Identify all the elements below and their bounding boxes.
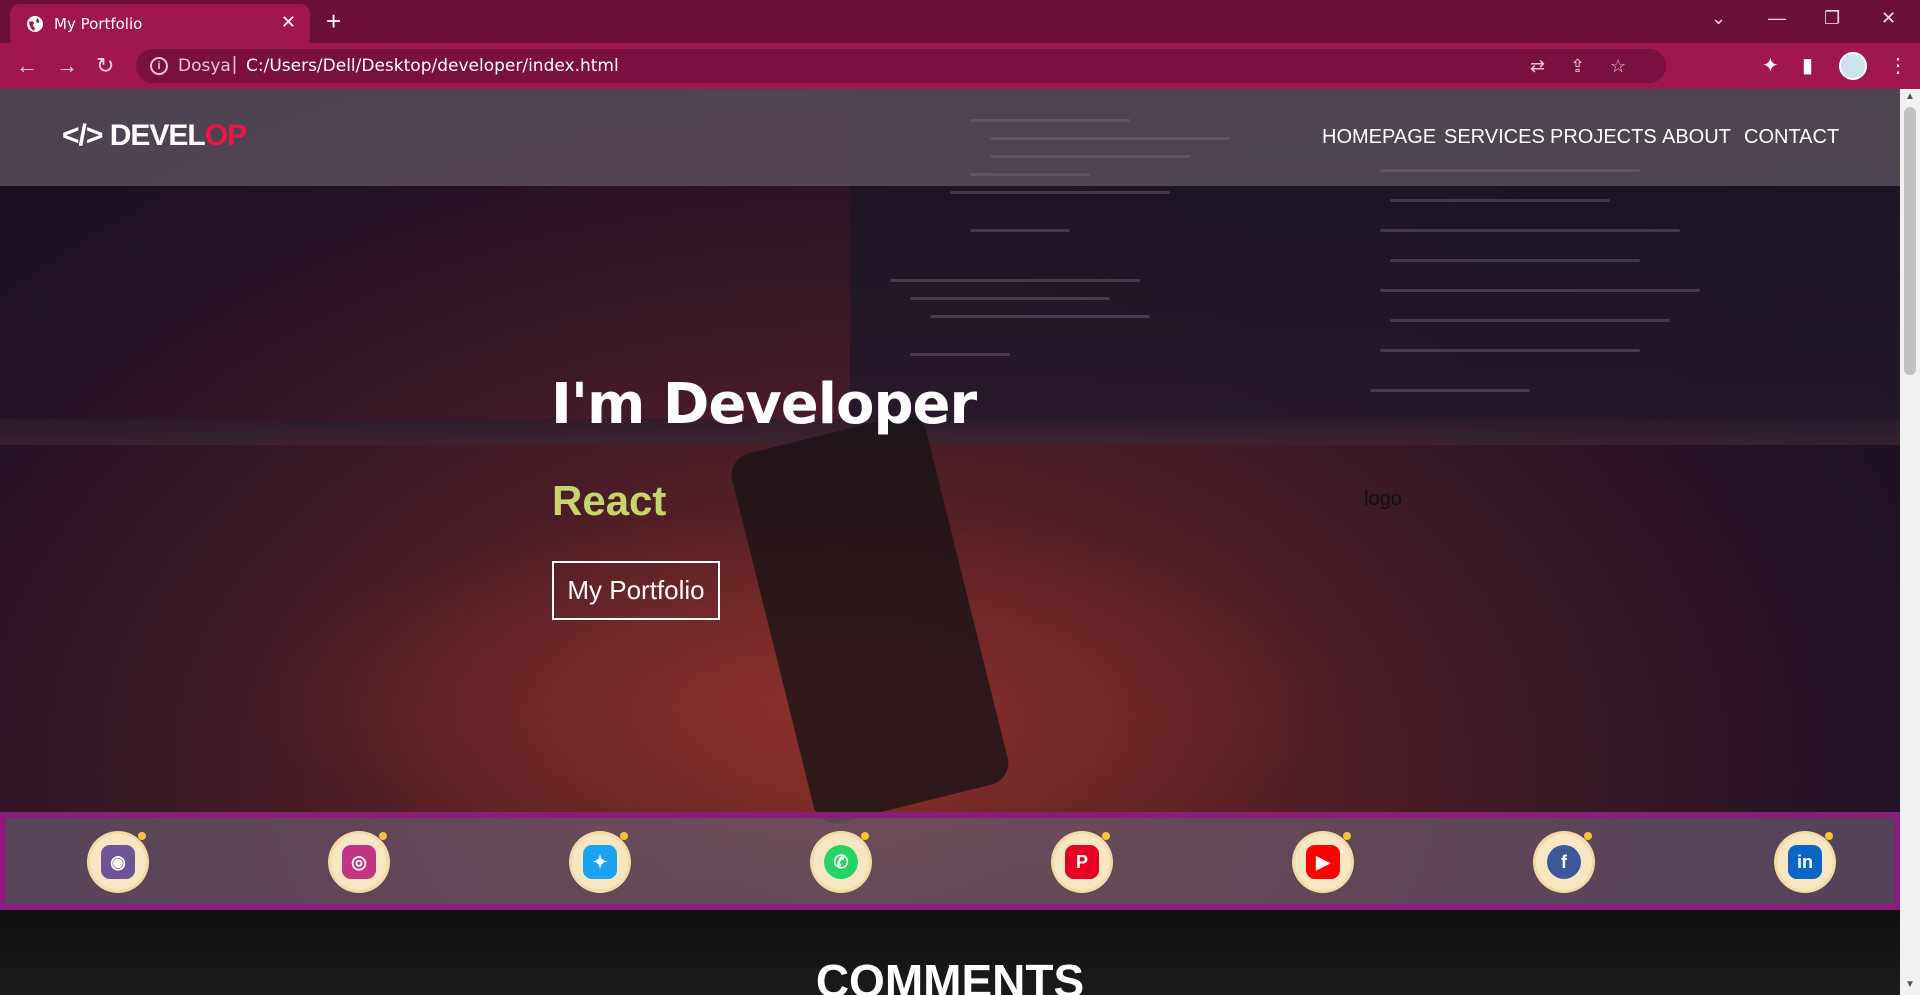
tab-title: My Portfolio [54,15,143,33]
menu-icon[interactable]: ⋮ [1888,53,1908,78]
twitter-link[interactable]: ✦ [572,832,628,890]
whatsapp-icon: ✆ [824,845,858,879]
portfolio-button[interactable]: My Portfolio [552,561,720,620]
comments-title: COMMENTS [815,955,1085,995]
side-panel-icon[interactable]: ▮ [1802,53,1813,78]
forward-icon[interactable]: → [56,53,78,79]
url-text[interactable]: C:/Users/Dell/Desktop/developer/index.ht… [246,56,619,76]
globe-icon [27,16,43,32]
extensions-icon[interactable]: ✦ [1762,53,1779,78]
address-bar[interactable]: i Dosya | C:/Users/Dell/Desktop/develope… [136,49,1666,83]
pinterest-link[interactable]: P [1054,832,1110,890]
page-viewport: </> DEVELOP HOMEPAGE SERVICES PROJECTS A… [0,89,1900,995]
close-window-icon[interactable]: ✕ [1881,8,1896,29]
pinterest-icon: P [1065,845,1099,879]
nav-homepage[interactable]: HOMEPAGE [1322,126,1436,149]
site-navbar: </> DEVELOP HOMEPAGE SERVICES PROJECTS A… [0,89,1900,186]
youtube-link[interactable]: ▶ [1295,832,1351,890]
hero-title: I'm Developer [551,372,977,437]
facebook-link[interactable]: f [1536,832,1592,890]
new-tab-button[interactable]: + [326,6,341,37]
share-icon[interactable]: ⇪ [1570,56,1585,77]
logo-main-text: DEVEL [109,119,206,152]
restore-icon[interactable]: ❐ [1824,8,1840,29]
comments-section: COMMENTS [0,910,1900,995]
tab-search-icon[interactable]: ⌄ [1711,8,1726,29]
instagram-icon: ◎ [342,845,376,879]
info-icon[interactable]: i [150,57,168,75]
scroll-down-icon[interactable]: ▼ [1905,979,1915,990]
linkedin-icon: in [1788,845,1822,879]
browser-titlebar: My Portfolio ✕ + ⌄ — ❐ ✕ [0,0,1920,43]
youtube-icon: ▶ [1306,845,1340,879]
scrollbar-thumb[interactable] [1904,107,1916,375]
nav-contact[interactable]: CONTACT [1744,126,1839,149]
hero-subtitle: React [552,477,667,524]
nav-about[interactable]: ABOUT [1662,126,1731,149]
github-icon: ◉ [101,845,135,879]
twitter-icon: ✦ [583,845,617,879]
minimize-icon[interactable]: — [1768,8,1786,29]
logo-accent-text: OP [204,119,247,152]
translate-icon[interactable]: ⇄ [1530,56,1545,77]
whatsapp-link[interactable]: ✆ [813,832,869,890]
github-link[interactable]: ◉ [90,832,146,890]
site-label: Dosya [178,56,231,76]
hero-logo-alt-text: logo [1364,488,1402,510]
tab-close-icon[interactable]: ✕ [281,12,296,33]
browser-toolbar: ← → ↻ i Dosya | C:/Users/Dell/Desktop/de… [0,43,1920,89]
back-icon[interactable]: ← [16,53,38,79]
profile-avatar[interactable] [1839,52,1867,80]
reload-icon[interactable]: ↻ [96,53,114,79]
site-logo[interactable]: </> DEVELOP [62,119,247,153]
instagram-link[interactable]: ◎ [331,832,387,890]
social-links-bar: ◉ ◎ ✦ ✆ P ▶ f in [0,812,1900,910]
linkedin-link[interactable]: in [1777,832,1833,890]
facebook-icon: f [1547,845,1581,879]
bookmark-star-icon[interactable]: ☆ [1610,56,1626,77]
code-icon: </> [62,119,103,152]
scroll-up-icon[interactable]: ▲ [1905,91,1915,102]
separator: | [232,54,237,75]
nav-projects[interactable]: PROJECTS [1550,126,1657,149]
page-scrollbar[interactable]: ▲ ▼ [1900,89,1920,995]
nav-services[interactable]: SERVICES [1444,126,1545,149]
browser-tab[interactable]: My Portfolio ✕ [10,4,310,43]
